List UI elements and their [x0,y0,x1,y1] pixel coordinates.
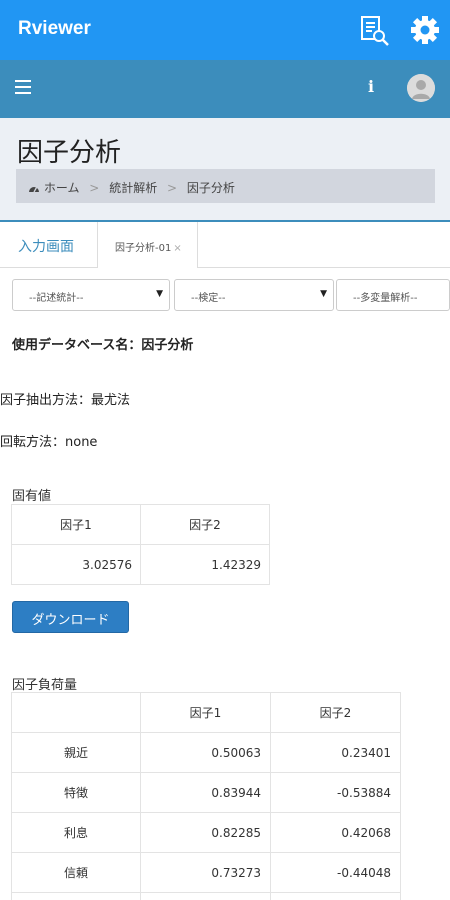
hamburger-menu-icon[interactable] [15,80,31,94]
chevron-down-icon: ▼ [156,289,163,299]
table-cell: 3.02576 [11,544,141,585]
table-cell: -0.53884 [270,772,401,813]
breadcrumb-home-link[interactable]: ホーム [44,181,80,195]
table-cell: -0.44048 [270,852,401,893]
rotation-method: 回転方法：none [0,435,98,450]
chevron-down-icon: ▼ [320,289,327,299]
row-label: 信頼 [11,852,141,893]
eigenvalue-table: 因子1 因子2 3.02576 1.42329 [11,504,270,585]
table-cell: 0.73273 [140,852,271,893]
table-cell: 1.42329 [140,544,270,585]
tab-label: 因子分析-01 [115,243,172,254]
table-row: 信頼 0.73273 -0.44048 [11,852,401,893]
table-row [11,892,401,900]
app-title: Rviewer [18,18,91,39]
page-header: 因子分析 ホーム > 統計解析 > 因子分析 [0,118,450,222]
select-value: --検定-- [191,293,226,304]
column-header: 因子1 [11,504,141,545]
table-cell: 0.83944 [140,772,271,813]
table-row: 特徴 0.83944 -0.53884 [11,772,401,813]
extraction-method: 因子抽出方法：最尤法 [0,393,131,408]
breadcrumb-current: 因子分析 [186,181,235,195]
gear-icon[interactable] [409,14,441,46]
breadcrumb-separator: > [167,181,178,195]
table-cell [140,892,271,900]
table-row: 3.02576 1.42329 [11,544,270,585]
test-select[interactable]: --検定-- ▼ [174,279,334,311]
table-header-row: 因子1 因子2 [11,692,401,733]
column-header: 因子2 [270,692,401,733]
info-icon[interactable]: i [368,77,374,96]
row-label: 親近 [11,732,141,773]
table-header-row: 因子1 因子2 [11,504,270,545]
table-cell: 0.50063 [140,732,271,773]
top-navbar: i [0,60,450,118]
descriptive-stats-select[interactable]: --記述統計-- ▼ [12,279,170,311]
database-name: 使用データベース名：因子分析 [12,338,194,353]
column-header: 因子1 [140,692,271,733]
app-bar: Rviewer [0,0,450,60]
factor-loadings-table: 因子1 因子2 親近 0.50063 0.23401 特徴 0.83944 -0… [11,692,401,900]
column-header: 因子2 [140,504,270,545]
multivariate-select[interactable]: --多変量解析-- [336,279,450,311]
breadcrumb: ホーム > 統計解析 > 因子分析 [16,169,435,203]
factor-loadings-label: 因子負荷量 [12,678,78,693]
table-cell [11,892,141,900]
breadcrumb-separator: > [89,181,100,195]
column-header [11,692,141,733]
table-cell: 0.42068 [270,812,401,853]
tab-close-icon[interactable]: × [173,243,181,254]
table-row: 親近 0.50063 0.23401 [11,732,401,773]
select-value: --多変量解析-- [353,293,418,304]
breadcrumb-stats-link[interactable]: 統計解析 [109,181,157,195]
user-avatar-icon[interactable] [407,74,435,102]
table-cell [270,892,401,900]
table-cell: 0.23401 [270,732,401,773]
dashboard-icon [28,181,44,195]
row-label: 特徴 [11,772,141,813]
tab-input-screen[interactable]: 入力画面 [18,236,74,256]
table-row: 利息 0.82285 0.42068 [11,812,401,853]
download-button[interactable]: ダウンロード [12,601,129,633]
tab-bar: 入力画面 因子分析-01 × [0,222,450,268]
select-value: --記述統計-- [29,293,84,304]
report-search-icon[interactable] [359,14,391,46]
tab-factor-analysis-01[interactable]: 因子分析-01 × [97,222,198,268]
page-title: 因子分析 [17,138,122,168]
row-label: 利息 [11,812,141,853]
table-cell: 0.82285 [140,812,271,853]
eigenvalue-label: 固有値 [12,489,52,504]
